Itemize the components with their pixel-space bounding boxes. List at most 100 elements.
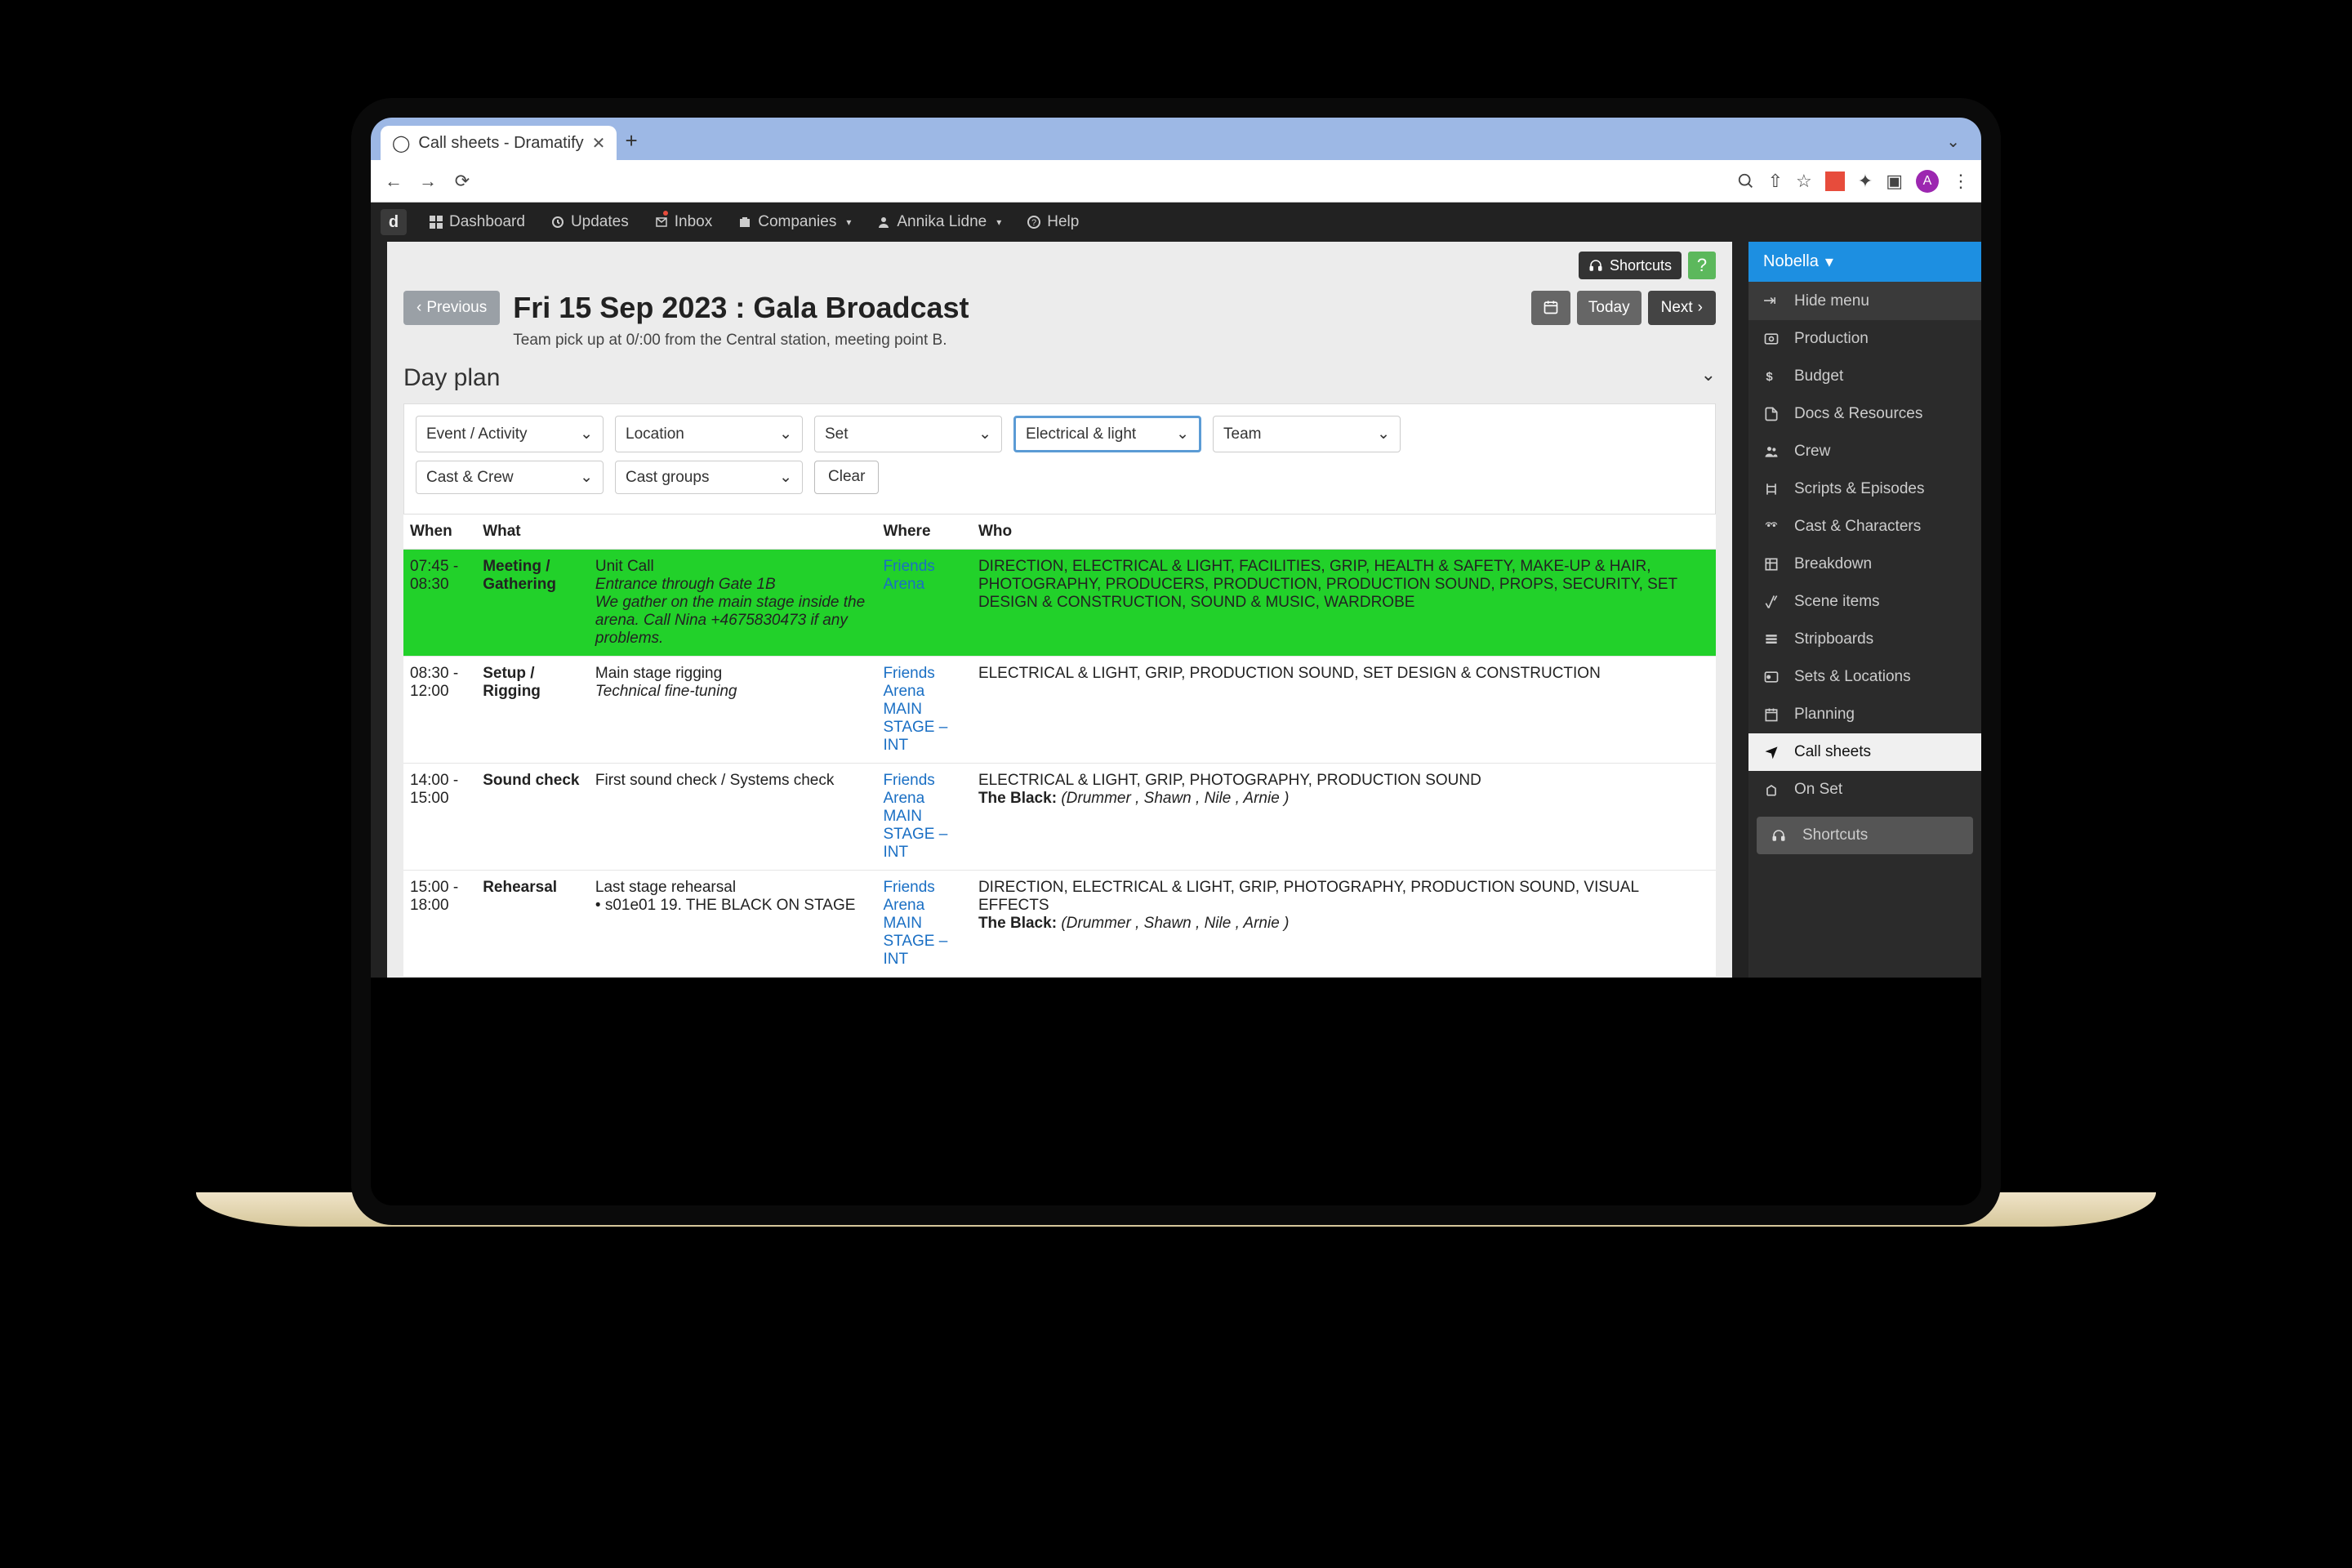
app-topbar: d Dashboard Updates Inbox Companies▾ Ann… [371,203,1981,242]
sidebar-icon: $ [1763,368,1783,385]
favicon: ◯ [392,133,410,154]
column-header: What [476,514,589,550]
updates-icon [551,216,564,229]
chevron-down-icon: ⌄ [779,425,792,443]
nav-user[interactable]: Annika Lidne▾ [866,203,1013,242]
profile-avatar[interactable]: A [1916,170,1939,193]
chevron-down-icon: ⌄ [779,468,792,487]
project-selector[interactable]: Nobella ▾ [1748,242,1981,282]
chevron-down-icon: ⌄ [978,425,991,443]
sidebar-item[interactable]: Sets & Locations [1748,658,1981,696]
extension-icon[interactable] [1825,172,1845,191]
user-icon [877,216,890,229]
sidebar-shortcuts[interactable]: Shortcuts [1757,817,1973,854]
previous-button[interactable]: ‹ Previous [403,291,500,325]
sidebar-icon [1763,556,1783,572]
page-subtitle: Team pick up at 0/:00 from the Central s… [513,332,1518,350]
help-button[interactable]: ? [1688,252,1716,279]
chevron-down-icon: ⌄ [1176,425,1189,443]
browser-tab[interactable]: ◯ Call sheets - Dramatify ✕ [381,126,617,160]
dashboard-icon [430,216,443,229]
location-link[interactable]: Friends ArenaMAIN STAGE – INT [883,665,947,754]
sidebar-icon [1763,406,1783,422]
search-icon[interactable] [1737,172,1755,190]
filter-select[interactable]: Event / Activity⌄ [416,416,604,452]
sidebar-icon [1763,443,1783,460]
chevron-down-icon: ⌄ [1377,425,1390,443]
location-link[interactable]: Friends Arena [883,558,934,593]
page-title: Fri 15 Sep 2023 : Gala Broadcast [513,291,1518,325]
svg-text:?: ? [1031,218,1036,228]
nav-companies[interactable]: Companies▾ [727,203,862,242]
help-icon: ? [1027,216,1040,229]
sidebar-icon [1763,706,1783,723]
sidebar-item[interactable]: $Budget [1748,358,1981,395]
location-link[interactable]: Friends ArenaMAIN STAGE – INT [883,879,947,968]
inbox-icon [655,216,668,229]
filter-select[interactable]: Electrical & light⌄ [1013,416,1201,452]
sidebar-item[interactable]: Docs & Resources [1748,395,1981,433]
forward-button[interactable]: → [416,171,439,192]
sidebar-item[interactable]: Production [1748,320,1981,358]
nav-dashboard[interactable]: Dashboard [418,203,537,242]
hide-menu-button[interactable]: ⇥ Hide menu [1748,282,1981,320]
filter-select[interactable]: Team⌄ [1213,416,1401,452]
calendar-button[interactable] [1531,291,1570,325]
tab-list-button[interactable]: ⌄ [1946,131,1960,152]
new-tab-button[interactable]: + [625,128,637,154]
share-icon[interactable]: ⇧ [1768,171,1783,192]
star-icon[interactable]: ☆ [1796,171,1812,192]
sidebar-item[interactable]: Scene items [1748,583,1981,621]
browser-toolbar: ← → ⟳ ⇧ ☆ ✦ ▣ A ⋮ [371,160,1981,203]
app-logo[interactable]: d [381,209,407,235]
chevron-down-icon: ▾ [1825,252,1833,272]
sidebar-item[interactable]: Crew [1748,433,1981,470]
location-link[interactable]: Friends ArenaMAIN STAGE – INT [883,772,947,861]
chevron-down-icon: ▾ [996,216,1001,228]
sidebar-item[interactable]: Cast & Characters [1748,508,1981,546]
sidebar-icon [1763,594,1783,610]
sidebar-item[interactable]: Call sheets [1748,733,1981,771]
svg-text:$: $ [1766,370,1773,384]
sidebar-item[interactable]: On Set [1748,771,1981,808]
puzzle-icon[interactable]: ✦ [1858,171,1873,192]
day-plan-table: WhenWhatWhereWho 07:45 - 08:30Meeting / … [403,514,1716,978]
chevron-left-icon: ‹ [416,299,421,317]
headphones-icon [1588,258,1603,273]
sidebar-item[interactable]: Planning [1748,696,1981,733]
reload-button[interactable]: ⟳ [451,171,474,192]
clear-button[interactable]: Clear [814,461,879,494]
table-row: 08:30 - 12:00Setup / RiggingMain stage r… [403,657,1716,764]
filter-panel: Event / Activity⌄ Location⌄ Set⌄ Electrical… [403,403,1716,514]
filter-select[interactable]: Cast groups⌄ [615,461,803,494]
menu-icon[interactable]: ⋮ [1952,171,1970,192]
sidebar-icon [1763,519,1783,535]
table-row: 15:00 - 18:00RehearsalLast stage rehears… [403,871,1716,978]
sidebar: Nobella ▾ ⇥ Hide menu Production$BudgetD… [1748,242,1981,978]
shortcuts-button[interactable]: Shortcuts [1579,252,1682,279]
chevron-down-icon: ⌄ [580,425,593,443]
sidebar-item[interactable]: Breakdown [1748,546,1981,583]
column-header [589,514,877,550]
column-header: When [403,514,476,550]
collapse-icon[interactable]: ⌄ [1701,364,1716,385]
filter-select[interactable]: Set⌄ [814,416,1002,452]
sidebar-item[interactable]: Stripboards [1748,621,1981,658]
filter-select[interactable]: Cast & Crew⌄ [416,461,604,494]
headphones-icon [1771,828,1791,843]
filter-select[interactable]: Location⌄ [615,416,803,452]
back-button[interactable]: ← [382,171,405,192]
nav-updates[interactable]: Updates [540,203,640,242]
nav-inbox[interactable]: Inbox [644,203,724,242]
chevron-down-icon: ⌄ [580,468,593,487]
nav-help[interactable]: ?Help [1016,203,1090,242]
panel-icon[interactable]: ▣ [1886,171,1903,192]
column-header: Where [876,514,971,550]
companies-icon [738,216,751,229]
next-button[interactable]: Next › [1648,291,1716,325]
today-button[interactable]: Today [1577,291,1642,325]
close-tab-icon[interactable]: ✕ [592,133,606,154]
sidebar-item[interactable]: Scripts & Episodes [1748,470,1981,508]
chevron-right-icon: › [1698,299,1703,317]
section-heading: Day plan ⌄ [403,364,1716,392]
